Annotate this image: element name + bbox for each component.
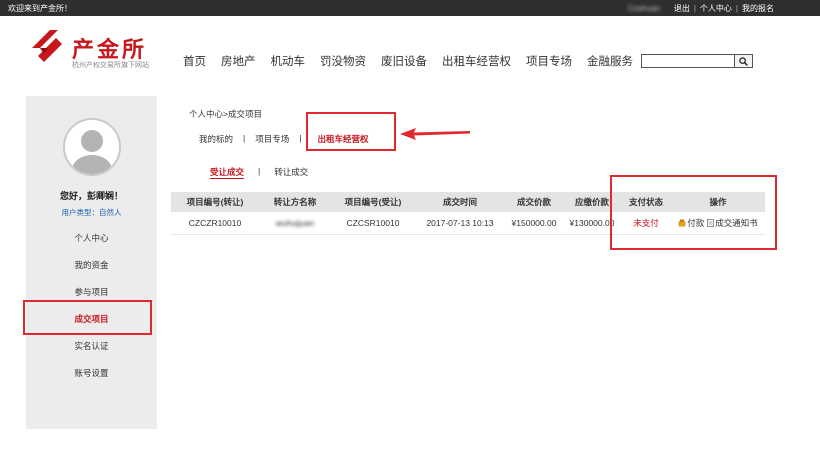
nav-real-estate[interactable]: 房地产 (221, 53, 256, 69)
tab-separator: | (258, 166, 261, 176)
col-transfer-no: 项目编号(转让) (171, 192, 259, 212)
logo-mark-icon (32, 30, 62, 62)
site-header: 产金所 杭州产权交易所旗下网站 首页 房地产 机动车 罚没物资 废旧设备 出租车… (0, 16, 820, 86)
avatar[interactable] (63, 118, 121, 176)
sidebar-item-account-settings[interactable]: 账号设置 (26, 367, 157, 394)
nav-project-special[interactable]: 项目专场 (526, 53, 572, 69)
nav-vehicles[interactable]: 机动车 (271, 53, 306, 69)
cell-receive-no: CZCSR10010 (331, 212, 415, 235)
search-icon (739, 56, 748, 66)
search-box (641, 54, 753, 68)
top-separator: | (735, 4, 738, 13)
annotation-box-taxi-tab (306, 112, 396, 151)
search-button[interactable] (735, 54, 753, 68)
nav-home[interactable]: 首页 (183, 53, 206, 69)
user-greeting: 您好，彭卿娴！ (59, 191, 123, 201)
col-receive-no: 项目编号(受让) (331, 192, 415, 212)
sidebar-item-real-name-auth[interactable]: 实名认证 (26, 340, 157, 367)
personal-center-link[interactable]: 个人中心 (700, 3, 732, 14)
nav-financial-services[interactable]: 金融服务 (587, 53, 633, 69)
top-bar: 欢迎来到产金所！ Coshuan 退出 | 个人中心 | 我的报名 (0, 0, 820, 16)
username: Coshuan (627, 4, 660, 13)
breadcrumb: 个人中心>成交项目 (189, 109, 262, 119)
avatar-placeholder-icon (65, 120, 119, 174)
sidebar: 您好，彭卿娴！ 用户类型：自然人 个人中心 我的资金 参与项目 成交项目 实名认… (26, 96, 157, 429)
nav-used-equipment[interactable]: 废旧设备 (381, 53, 427, 69)
search-input[interactable] (641, 54, 735, 68)
col-transferor: 转让方名称 (259, 192, 331, 212)
annotation-box-sidebar-active (23, 300, 152, 335)
logo-subtitle: 杭州产权交易所旗下网站 (72, 62, 149, 69)
cell-transfer-no: CZCZR10010 (171, 212, 259, 235)
cell-deal-time: 2017-07-13 10:13 (415, 212, 505, 235)
my-registration-link[interactable]: 我的报名 (742, 3, 774, 14)
main-nav: 首页 房地产 机动车 罚没物资 废旧设备 出租车经营权 项目专场 金融服务 (183, 53, 633, 69)
tab-project-special[interactable]: 项目专场 (255, 133, 289, 145)
tab-separator: | (299, 133, 302, 143)
welcome-text: 欢迎来到产金所！ (8, 4, 72, 13)
nav-confiscated-goods[interactable]: 罚没物资 (320, 53, 366, 69)
cell-transferor: wuhuijuan (259, 212, 331, 235)
tab-received-deals[interactable]: 受让成交 (210, 166, 245, 179)
col-deal-time: 成交时间 (415, 192, 505, 212)
annotation-box-payment-actions (610, 175, 777, 250)
tab-transferred-deals[interactable]: 转让成交 (274, 166, 308, 179)
user-type: 用户类型：自然人 (61, 208, 122, 217)
cell-deal-price: ¥150000.00 (505, 212, 563, 235)
deal-type-tabs: 受让成交 | 转让成交 (210, 166, 308, 179)
logout-link[interactable]: 退出 (674, 3, 690, 14)
col-deal-price: 成交价款 (505, 192, 563, 212)
sidebar-item-personal-center[interactable]: 个人中心 (26, 232, 157, 259)
top-separator: | (693, 4, 696, 13)
tab-my-targets[interactable]: 我的标的 (199, 133, 233, 145)
tab-separator: | (243, 133, 246, 143)
site-logo[interactable]: 产金所 杭州产权交易所旗下网站 (28, 26, 193, 78)
nav-taxi-rights[interactable]: 出租车经营权 (442, 53, 511, 69)
arrow-annotation-icon (400, 128, 470, 140)
sidebar-item-my-funds[interactable]: 我的资金 (26, 259, 157, 286)
top-links: Coshuan 退出 | 个人中心 | 我的报名 (628, 3, 774, 14)
